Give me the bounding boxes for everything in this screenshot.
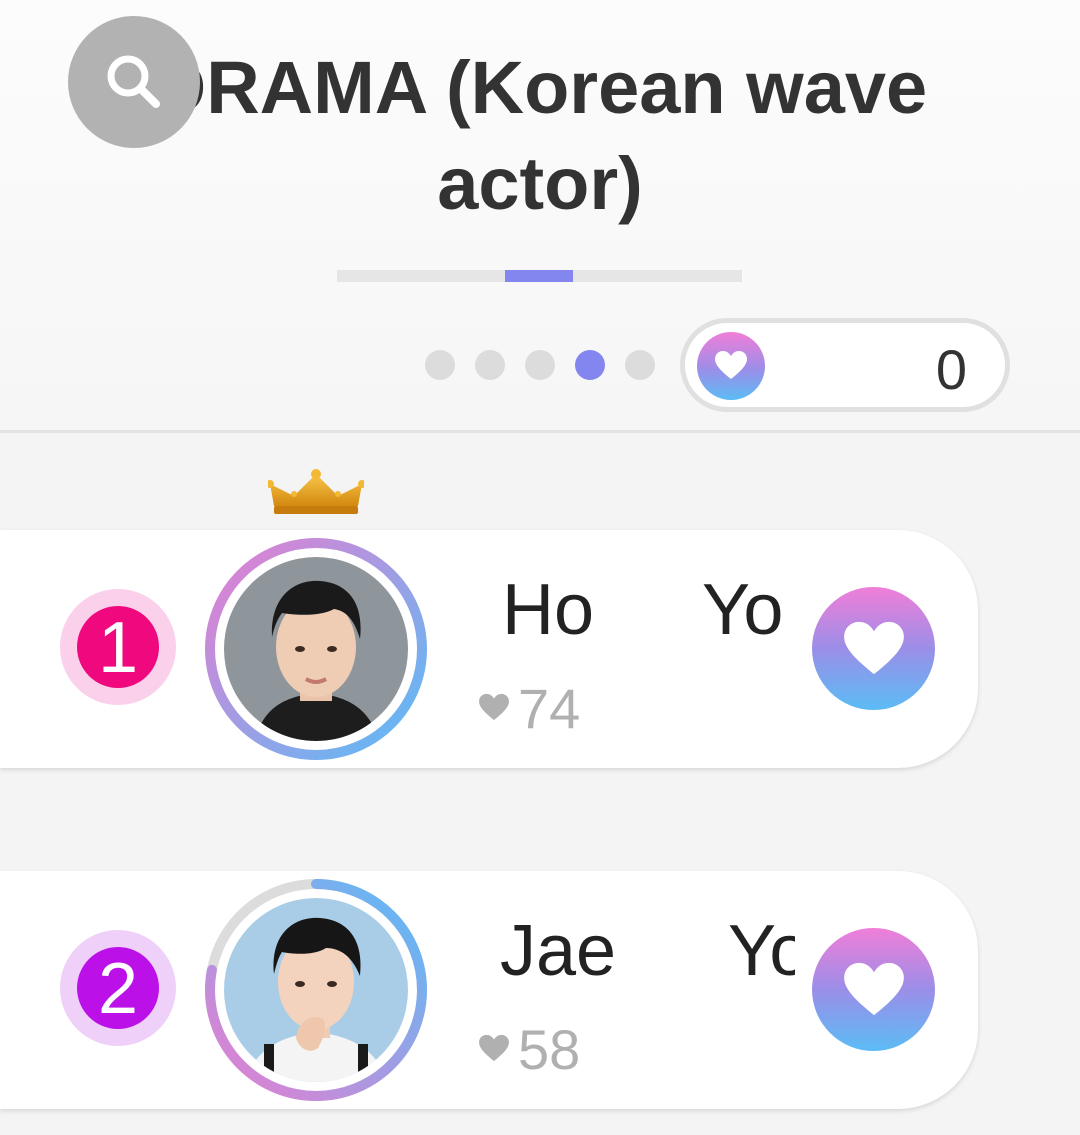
heart-balance-count: 0: [935, 338, 967, 401]
heart-icon: [844, 962, 904, 1016]
rank-number: 2: [77, 947, 159, 1029]
heart-icon: [844, 621, 904, 675]
vote-button[interactable]: [812, 587, 935, 710]
avatar[interactable]: [202, 535, 430, 763]
member-name-last: Yo: [728, 911, 795, 991]
page-dot[interactable]: [475, 350, 505, 380]
member-name: Jae Yo: [470, 911, 795, 991]
heart-balance[interactable]: 0: [680, 318, 1010, 412]
page-title: DRAMA (Korean wave actor): [152, 46, 928, 225]
member-name-first: Jae: [500, 911, 617, 991]
page-dot[interactable]: [525, 350, 555, 380]
heart-icon: [479, 1035, 509, 1062]
heart-icon: [479, 694, 509, 721]
heart-icon: [715, 351, 747, 379]
rank-badge: 1: [60, 589, 176, 705]
avatar-photo: [224, 898, 408, 1082]
search-icon: [107, 55, 160, 108]
vote-count: 58: [478, 1017, 580, 1082]
rank-number: 1: [77, 606, 159, 688]
vote-count-value: 74: [518, 677, 581, 740]
header: DRAMA (Korean wave actor) 0: [0, 0, 1080, 433]
progress-bar-fill: [505, 270, 573, 282]
page-dot-active[interactable]: [575, 350, 605, 380]
avatar[interactable]: [202, 876, 430, 1104]
vote-count: 74: [478, 676, 580, 741]
vote-button[interactable]: [812, 928, 935, 1051]
ranking-card[interactable]: 1 Ho Yo 74: [0, 530, 978, 768]
vote-count-value: 58: [518, 1018, 581, 1081]
member-name: Ho Yo: [470, 570, 795, 650]
crown-icon: [268, 469, 364, 514]
progress-bar: [337, 270, 742, 282]
rank-badge: 2: [60, 930, 176, 1046]
member-name-first: Ho: [502, 570, 595, 650]
page-dot[interactable]: [625, 350, 655, 380]
ranking-card[interactable]: 2 Jae Yo 58: [0, 871, 978, 1109]
heart-badge: [697, 332, 765, 400]
avatar-photo: [224, 557, 408, 741]
page-dot[interactable]: [425, 350, 455, 380]
search-button[interactable]: [68, 16, 200, 148]
member-name-last: Yo: [702, 570, 784, 650]
